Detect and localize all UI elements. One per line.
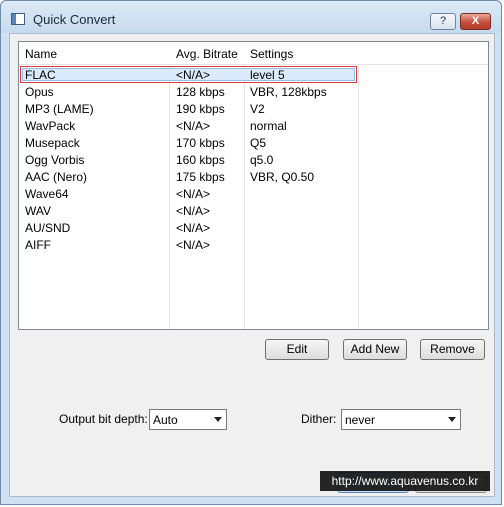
chevron-down-icon xyxy=(448,417,456,422)
help-button[interactable]: ? xyxy=(430,13,456,30)
cell-settings: q5.0 xyxy=(250,153,274,167)
cell-bitrate: 170 kbps xyxy=(176,136,225,150)
list-item[interactable]: AAC (Nero) 175 kbps VBR, Q0.50 xyxy=(19,168,488,185)
dither-select[interactable]: never xyxy=(341,409,461,430)
cell-settings: VBR, Q0.50 xyxy=(250,170,315,184)
cell-name: Opus xyxy=(25,85,54,99)
header-avg-bitrate[interactable]: Avg. Bitrate xyxy=(176,47,238,61)
chevron-down-icon xyxy=(214,417,222,422)
cell-bitrate: <N/A> xyxy=(176,187,211,201)
list-item[interactable]: MP3 (LAME) 190 kbps V2 xyxy=(19,100,488,117)
list-item[interactable]: AIFF <N/A> xyxy=(19,236,488,253)
edit-button[interactable]: Edit xyxy=(265,339,329,360)
cell-name: Ogg Vorbis xyxy=(25,153,85,167)
cell-name: AU/SND xyxy=(25,221,71,235)
list-item[interactable]: Musepack 170 kbps Q5 xyxy=(19,134,488,151)
cell-settings: VBR, 128kbps xyxy=(250,85,327,99)
cell-bitrate: <N/A> xyxy=(176,68,211,82)
cell-name: Wave64 xyxy=(25,187,69,201)
list-item[interactable]: WavPack <N/A> normal xyxy=(19,117,488,134)
list-item[interactable]: Wave64 <N/A> xyxy=(19,185,488,202)
cell-bitrate: 190 kbps xyxy=(176,102,225,116)
window-icon xyxy=(11,13,25,25)
cell-name: MP3 (LAME) xyxy=(25,102,94,116)
output-bit-depth-label: Output bit depth: xyxy=(59,412,148,426)
title-bar[interactable]: Quick Convert ? X xyxy=(1,1,501,33)
list-item[interactable]: Ogg Vorbis 160 kbps q5.0 xyxy=(19,151,488,168)
cell-settings: normal xyxy=(250,119,287,133)
close-button[interactable]: X xyxy=(460,13,491,30)
cell-name: Musepack xyxy=(25,136,80,150)
cell-bitrate: <N/A> xyxy=(176,238,211,252)
cell-settings: Q5 xyxy=(250,136,267,150)
preset-list[interactable]: Name Avg. Bitrate Settings FLAC <N/A> leve… xyxy=(18,41,489,330)
cell-settings: V2 xyxy=(250,102,265,116)
dither-value: never xyxy=(345,413,376,427)
cell-name: AAC (Nero) xyxy=(25,170,88,184)
cell-bitrate: 175 kbps xyxy=(176,170,225,184)
cell-name: WavPack xyxy=(25,119,76,133)
output-bit-depth-select[interactable]: Auto xyxy=(149,409,227,430)
output-bit-depth-value: Auto xyxy=(153,413,178,427)
cell-bitrate: <N/A> xyxy=(176,204,211,218)
quick-convert-window: Quick Convert ? X Name Avg. Bitrate Sett… xyxy=(0,0,502,505)
list-item[interactable]: FLAC <N/A> level 5 xyxy=(19,66,488,83)
add-new-button[interactable]: Add New xyxy=(343,339,407,360)
list-item[interactable]: Opus 128 kbps VBR, 128kbps xyxy=(19,83,488,100)
watermark-url: http://www.aquavenus.co.kr xyxy=(320,471,490,491)
cell-name: WAV xyxy=(25,204,51,218)
header-name[interactable]: Name xyxy=(25,47,57,61)
cell-name: FLAC xyxy=(25,68,56,82)
dither-label: Dither: xyxy=(301,412,337,426)
remove-button[interactable]: Remove xyxy=(420,339,485,360)
list-item[interactable]: WAV <N/A> xyxy=(19,202,488,219)
list-item[interactable]: AU/SND <N/A> xyxy=(19,219,488,236)
cell-settings: level 5 xyxy=(250,68,285,82)
header-settings[interactable]: Settings xyxy=(250,47,293,61)
cell-bitrate: 160 kbps xyxy=(176,153,225,167)
cell-name: AIFF xyxy=(25,238,51,252)
cell-bitrate: <N/A> xyxy=(176,119,211,133)
window-title: Quick Convert xyxy=(33,12,116,27)
list-header: Name Avg. Bitrate Settings xyxy=(19,42,488,65)
cell-bitrate: 128 kbps xyxy=(176,85,225,99)
cell-bitrate: <N/A> xyxy=(176,221,211,235)
